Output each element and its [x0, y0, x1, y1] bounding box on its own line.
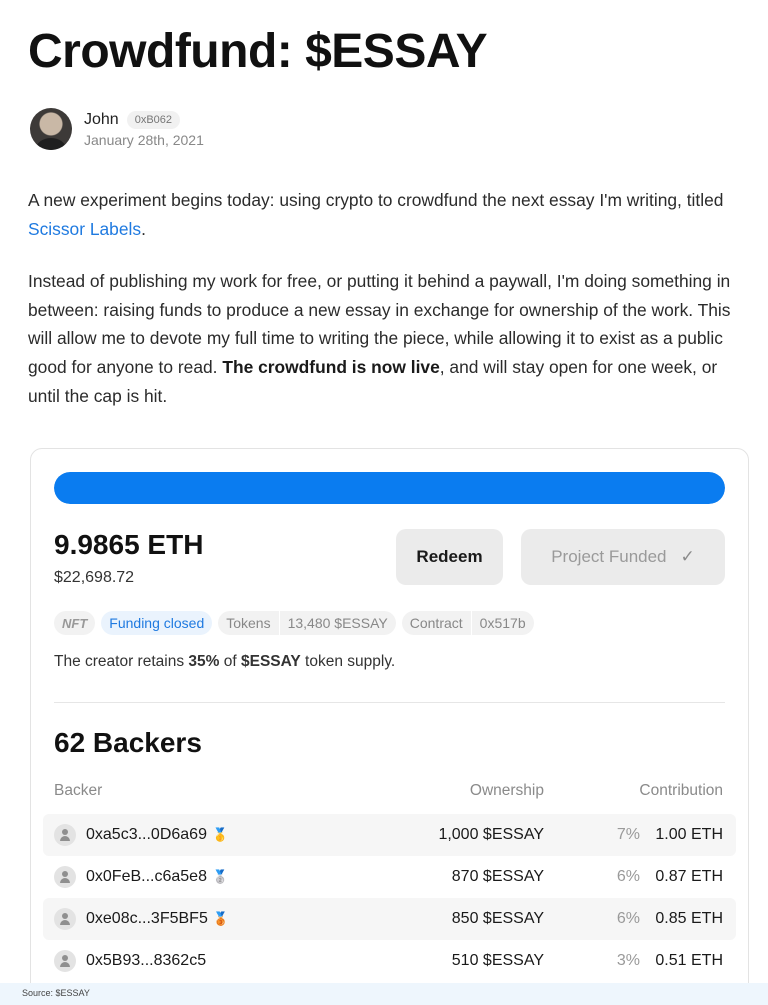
contract-badge[interactable]: Contract 0x517b [401, 611, 534, 635]
author-address-chip[interactable]: 0xB062 [126, 110, 181, 129]
user-icon [54, 950, 76, 972]
ownership-value: 1,000 $ESSAY [438, 826, 544, 843]
table-row[interactable]: 0xa5c3...0D6a69 🥇 1,000 $ESSAY 7% 1.00 E… [43, 814, 736, 856]
backers-title: 62 Backers [54, 727, 202, 758]
body-paragraph: Instead of publishing my work for free, … [28, 271, 731, 406]
source-caption: Source: $ESSAY [22, 988, 90, 998]
backer-address[interactable]: 0x0FeB...c6a5e8 [86, 868, 207, 886]
eth-raised: 9.9865 ETH [54, 529, 204, 560]
check-icon: ✓ [680, 547, 695, 566]
percent-value: 7% [616, 826, 640, 843]
divider [54, 702, 725, 703]
table-row[interactable]: 0xe08c...3F5BF5 🥉 850 $ESSAY 6% 0.85 ETH [43, 898, 736, 940]
contract-label: Contract [409, 615, 463, 631]
contribution-value: 0.85 ETH [655, 910, 723, 927]
percent-value: 3% [616, 952, 640, 969]
author-avatar[interactable] [30, 108, 72, 150]
source-bar: Source: $ESSAY [0, 983, 768, 1005]
creator-retains-text: The creator retains 35% of $ESSAY token … [54, 653, 396, 670]
ownership-value: 870 $ESSAY [451, 868, 544, 885]
tokens-value: 13,480 $ESSAY [278, 611, 396, 635]
project-funded-button[interactable]: Project Funded ✓ [521, 529, 725, 585]
backer-address[interactable]: 0xe08c...3F5BF5 [86, 910, 208, 928]
contribution-value: 0.87 ETH [655, 868, 723, 885]
funding-progress-bar [54, 472, 725, 504]
table-row[interactable]: 0x5B93...8362c5 510 $ESSAY 3% 0.51 ETH [43, 940, 736, 982]
redeem-button[interactable]: Redeem [396, 529, 503, 585]
column-header-contribution: Contribution [639, 782, 723, 799]
percent-value: 6% [616, 868, 640, 885]
contribution-value: 0.51 ETH [655, 952, 723, 969]
contribution-value: 1.00 ETH [655, 826, 723, 843]
scissor-labels-link[interactable]: Scissor Labels [28, 219, 141, 239]
table-row[interactable]: 0x0FeB...c6a5e8 🥈 870 $ESSAY 6% 0.87 ETH [43, 856, 736, 898]
contract-value: 0x517b [470, 611, 534, 635]
backer-address[interactable]: 0x5B93...8362c5 [86, 952, 206, 970]
ownership-value: 510 $ESSAY [451, 952, 544, 969]
tokens-label: Tokens [226, 615, 271, 631]
funding-status-badge: Funding closed [101, 611, 213, 635]
user-icon [54, 866, 76, 888]
usd-raised: $22,698.72 [54, 569, 135, 586]
tokens-badge[interactable]: Tokens 13,480 $ESSAY [218, 611, 396, 635]
crowdfund-card: 9.9865 ETH $22,698.72 Redeem Project Fun… [30, 448, 749, 1005]
intro-paragraph: A new experiment begins today: using cry… [28, 190, 724, 239]
project-funded-label: Project Funded [551, 547, 667, 566]
nft-badge[interactable]: NFT [54, 611, 96, 635]
funding-progress-fill [54, 472, 725, 504]
author-meta: John 0xB062 January 28th, 2021 [84, 110, 204, 148]
ownership-value: 850 $ESSAY [451, 910, 544, 927]
user-icon [54, 908, 76, 930]
silver-medal-icon: 🥈 [211, 869, 229, 884]
page-title: Crowdfund: $ESSAY [28, 25, 488, 78]
bronze-medal-icon: 🥉 [212, 911, 230, 926]
percent-value: 6% [616, 910, 640, 927]
author-name[interactable]: John [84, 111, 119, 129]
tag-row: NFT Funding closed Tokens 13,480 $ESSAY … [54, 611, 540, 635]
column-header-backer: Backer [54, 782, 103, 799]
column-header-ownership: Ownership [469, 782, 544, 799]
gold-medal-icon: 🥇 [211, 827, 229, 842]
author-block: John 0xB062 January 28th, 2021 [30, 108, 204, 150]
backer-address[interactable]: 0xa5c3...0D6a69 [86, 826, 207, 844]
backers-table: 0xa5c3...0D6a69 🥇 1,000 $ESSAY 7% 1.00 E… [43, 814, 736, 982]
user-icon [54, 824, 76, 846]
live-notice: The crowdfund is now live [222, 357, 440, 378]
publish-date: January 28th, 2021 [84, 131, 204, 148]
